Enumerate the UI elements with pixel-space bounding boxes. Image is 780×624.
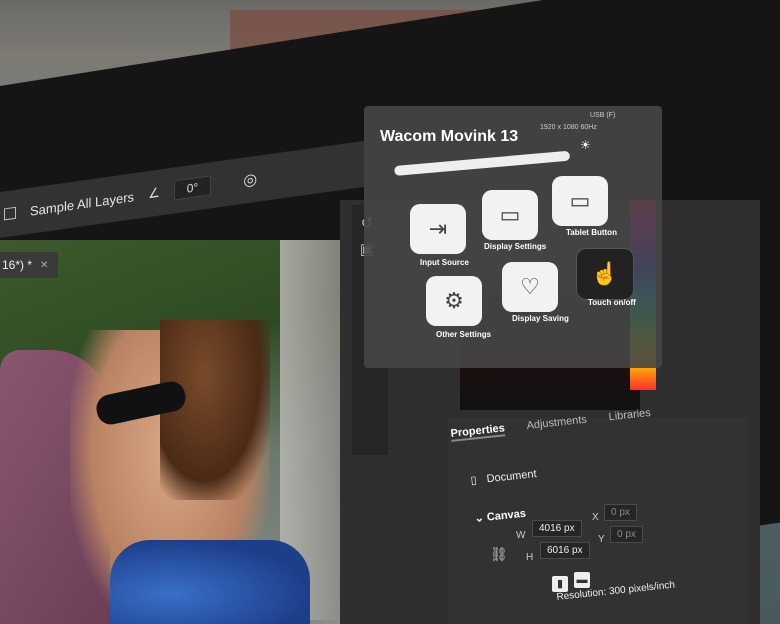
display-settings-label: Display Settings <box>484 242 547 251</box>
hand-pointer-icon: ☝ <box>591 261 619 286</box>
display-saving-label: Display Saving <box>512 314 569 323</box>
y-input[interactable]: 0 px <box>610 526 643 543</box>
y-label: Y <box>598 534 605 545</box>
sun-icon: ☀ <box>580 138 591 152</box>
tablet-button-button[interactable]: ▭ <box>552 176 608 226</box>
heart-display-icon: ♡ <box>520 274 540 299</box>
display-saving-button[interactable]: ♡ <box>502 262 558 312</box>
monitor: Sample All Layers ∠ 0° ◎ 16*) * ✕ ↺ ▣ Pr… <box>0 0 780 624</box>
angle-icon: ∠ <box>148 184 160 202</box>
osd-title: Wacom Movink 13 <box>380 128 519 145</box>
touch-toggle-button[interactable]: ☝ <box>576 248 634 300</box>
input-source-button[interactable]: ⇥ <box>410 204 466 254</box>
width-label: W <box>516 530 526 541</box>
resolution-readout: 1920 x 1080 60Hz <box>540 124 597 131</box>
sample-all-layers-checkbox[interactable] <box>4 206 16 221</box>
photo-bikini <box>110 540 310 624</box>
target-icon[interactable]: ◎ <box>243 169 257 191</box>
x-label: X <box>592 512 599 523</box>
tablet-button-icon: ▭ <box>569 188 591 213</box>
input-indicator: USB (F) <box>590 112 616 119</box>
other-settings-button[interactable]: ⚙ <box>426 276 482 326</box>
link-icon[interactable]: ⛓ <box>490 546 508 563</box>
document-tab[interactable]: 16*) * ✕ <box>0 252 58 278</box>
display-settings-icon: ▭ <box>499 202 521 227</box>
document-tab-label: 16*) * <box>2 258 33 272</box>
sample-all-layers-label: Sample All Layers <box>30 188 135 219</box>
tablet-button-label: Tablet Button <box>566 228 617 237</box>
touch-toggle-label: Touch on/off <box>588 298 636 307</box>
x-input[interactable]: 0 px <box>604 504 637 521</box>
close-icon[interactable]: ✕ <box>40 260 48 271</box>
input-source-label: Input Source <box>420 258 469 267</box>
other-settings-label: Other Settings <box>436 330 492 339</box>
input-source-icon: ⇥ <box>428 216 448 241</box>
landscape-icon[interactable]: ▬ <box>574 572 590 588</box>
height-input[interactable]: 6016 px <box>540 542 590 559</box>
height-label: H <box>526 552 534 563</box>
angle-input[interactable]: 0° <box>173 175 212 201</box>
portrait-icon[interactable]: ▮ <box>552 576 568 592</box>
width-input[interactable]: 4016 px <box>532 520 582 537</box>
gear-icon: ⚙ <box>444 288 464 313</box>
document-icon: ▯ <box>470 474 478 487</box>
chevron-down-icon: ⌄ <box>474 512 485 525</box>
display-settings-button[interactable]: ▭ <box>482 190 538 240</box>
